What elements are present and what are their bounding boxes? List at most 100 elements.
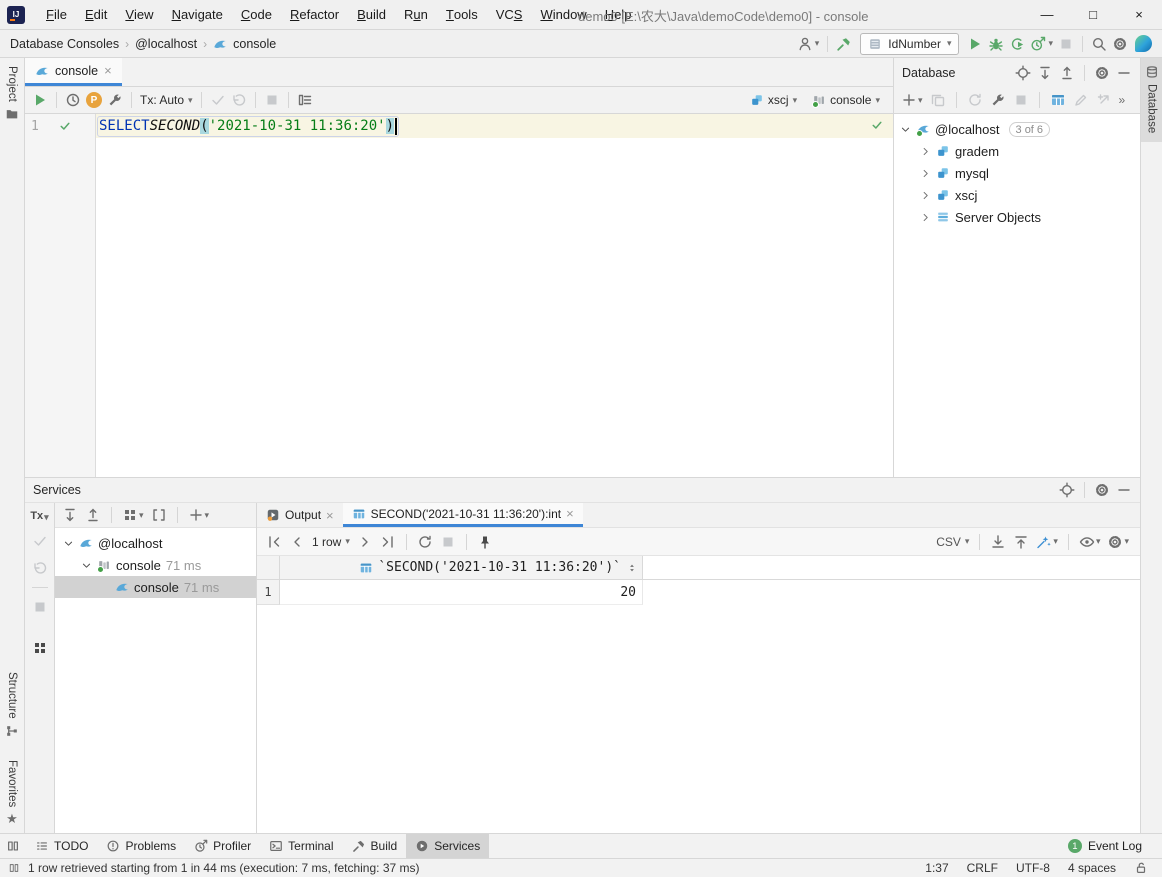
tree-row-server-objects[interactable]: Server Objects xyxy=(894,206,1140,228)
build-hammer-icon[interactable] xyxy=(836,36,852,52)
value-cell[interactable]: 20 xyxy=(280,580,643,605)
tree-row-gradem[interactable]: gradem xyxy=(894,140,1140,162)
tool-button-favorites[interactable]: Favorites ★ xyxy=(6,760,18,825)
code-editor[interactable]: 1 SELECT SECOND('2021-10-31 11:36:20') xyxy=(25,114,893,477)
tool-button-services[interactable]: Services xyxy=(406,834,489,858)
tab-close-icon[interactable]: × xyxy=(566,506,574,521)
new-datasource-button[interactable]: ▾ xyxy=(901,92,923,108)
chevron-right-icon[interactable] xyxy=(920,146,931,157)
settings-gear-icon[interactable] xyxy=(1112,36,1128,52)
caret-position[interactable]: 1:37 xyxy=(925,861,948,875)
tool-button-database[interactable]: Database xyxy=(1141,58,1162,142)
menu-navigate[interactable]: Navigate xyxy=(163,0,232,30)
tool-button-profiler[interactable]: Profiler xyxy=(185,834,260,858)
chevron-right-icon[interactable] xyxy=(920,168,931,179)
plugin-sphere-icon[interactable] xyxy=(1135,35,1152,52)
hide-panel-icon[interactable] xyxy=(1116,65,1132,81)
export-format-select[interactable]: CSV▾ xyxy=(936,535,969,549)
indent-setting[interactable]: 4 spaces xyxy=(1068,861,1116,875)
run-configuration-select[interactable]: IdNumber ▾ xyxy=(860,33,959,55)
grid-settings-icon[interactable]: ▾ xyxy=(1107,534,1129,550)
tool-button-project[interactable]: Project xyxy=(5,66,19,121)
menu-vcs[interactable]: VCS xyxy=(487,0,532,30)
datasource-properties-icon[interactable] xyxy=(990,92,1006,108)
menu-run[interactable]: Run xyxy=(395,0,437,30)
breadcrumb-localhost[interactable]: @localhost xyxy=(135,37,197,51)
inspection-ok-icon[interactable] xyxy=(871,119,883,131)
previous-page-icon[interactable] xyxy=(289,534,305,550)
search-everywhere-icon[interactable] xyxy=(1091,36,1107,52)
menu-view[interactable]: View xyxy=(116,0,162,30)
tab-result-grid[interactable]: SECOND('2021-10-31 11:36:20'):int × xyxy=(343,503,583,527)
collapse-all-icon[interactable] xyxy=(85,507,101,523)
import-data-icon[interactable] xyxy=(1013,534,1029,550)
parameters-icon[interactable]: P xyxy=(86,92,102,108)
tool-button-problems[interactable]: Problems xyxy=(97,834,185,858)
more-actions-icon[interactable]: » xyxy=(1119,93,1126,107)
service-row-result[interactable]: console 71 ms xyxy=(55,576,256,598)
background-tasks-icon[interactable] xyxy=(8,862,20,874)
readonly-lock-icon[interactable] xyxy=(1134,861,1148,875)
menu-edit[interactable]: Edit xyxy=(76,0,116,30)
minimize-button[interactable]: — xyxy=(1024,0,1070,30)
menu-refactor[interactable]: Refactor xyxy=(281,0,348,30)
tree-row-xscj[interactable]: xscj xyxy=(894,184,1140,206)
pin-tab-icon[interactable] xyxy=(477,534,493,550)
reload-page-icon[interactable] xyxy=(417,534,433,550)
event-log-button[interactable]: 1 Event Log xyxy=(1068,839,1156,853)
execute-button[interactable] xyxy=(32,92,48,108)
tab-close-icon[interactable]: × xyxy=(104,63,112,78)
tab-output[interactable]: Output × xyxy=(257,503,343,527)
tree-row-mysql[interactable]: mysql xyxy=(894,162,1140,184)
menu-code[interactable]: Code xyxy=(232,0,281,30)
profiler-button[interactable]: ▾ xyxy=(1030,36,1053,52)
schedule-icon[interactable] xyxy=(65,92,81,108)
services-options-gear-icon[interactable] xyxy=(1094,482,1110,498)
first-page-icon[interactable] xyxy=(266,534,282,550)
tool-button-structure[interactable]: Structure xyxy=(5,672,19,738)
settings-wrench-icon[interactable] xyxy=(107,92,123,108)
chevron-right-icon[interactable] xyxy=(920,190,931,201)
debug-button[interactable] xyxy=(988,36,1004,52)
run-with-coverage-button[interactable] xyxy=(1009,36,1025,52)
export-data-icon[interactable] xyxy=(990,534,1006,550)
hide-services-icon[interactable] xyxy=(1116,482,1132,498)
locate-object-icon[interactable] xyxy=(1015,65,1031,81)
file-encoding[interactable]: UTF-8 xyxy=(1016,861,1050,875)
panel-options-gear-icon[interactable] xyxy=(1094,65,1110,81)
tx-mode-button[interactable]: Tx▾ xyxy=(30,510,48,522)
breadcrumb-database-consoles[interactable]: Database Consoles xyxy=(10,37,119,51)
close-button[interactable]: × xyxy=(1116,0,1162,30)
user-account-button[interactable]: ▾ xyxy=(797,36,820,52)
session-select[interactable]: console▾ xyxy=(812,93,880,107)
chevron-down-icon[interactable] xyxy=(81,560,92,571)
tool-window-corner-icon[interactable] xyxy=(6,839,20,853)
sort-icon[interactable] xyxy=(626,562,638,574)
view-options-icon[interactable]: ▾ xyxy=(1079,534,1101,550)
collapse-all-icon[interactable] xyxy=(1059,65,1075,81)
tool-button-build[interactable]: Build xyxy=(343,834,407,858)
tx-mode-select[interactable]: Tx: Auto▾ xyxy=(140,93,193,107)
last-page-icon[interactable] xyxy=(380,534,396,550)
tool-button-terminal[interactable]: Terminal xyxy=(260,834,342,858)
next-page-icon[interactable] xyxy=(357,534,373,550)
open-table-icon[interactable] xyxy=(1050,92,1066,108)
chevron-down-icon[interactable] xyxy=(900,124,911,135)
column-header-cell[interactable]: `SECOND('2021-10-31 11:36:20')` xyxy=(280,556,643,579)
add-service-button[interactable]: ▾ xyxy=(188,507,210,523)
tree-row-localhost[interactable]: @localhost 3 of 6 xyxy=(894,118,1140,140)
expand-all-icon[interactable] xyxy=(62,507,78,523)
query-history-icon[interactable] xyxy=(297,92,313,108)
line-separator[interactable]: CRLF xyxy=(967,861,998,875)
locate-icon[interactable] xyxy=(1059,482,1075,498)
service-row-localhost[interactable]: @localhost xyxy=(55,532,256,554)
tool-button-todo[interactable]: TODO xyxy=(26,834,97,858)
expand-all-icon[interactable] xyxy=(1037,65,1053,81)
chevron-right-icon[interactable] xyxy=(920,212,931,223)
row-number-cell[interactable]: 1 xyxy=(257,580,280,605)
menu-build[interactable]: Build xyxy=(348,0,395,30)
service-row-session[interactable]: console 71 ms xyxy=(55,554,256,576)
menu-file[interactable]: File xyxy=(37,0,76,30)
statement-executed-check-icon[interactable] xyxy=(59,120,71,132)
run-button[interactable] xyxy=(967,36,983,52)
